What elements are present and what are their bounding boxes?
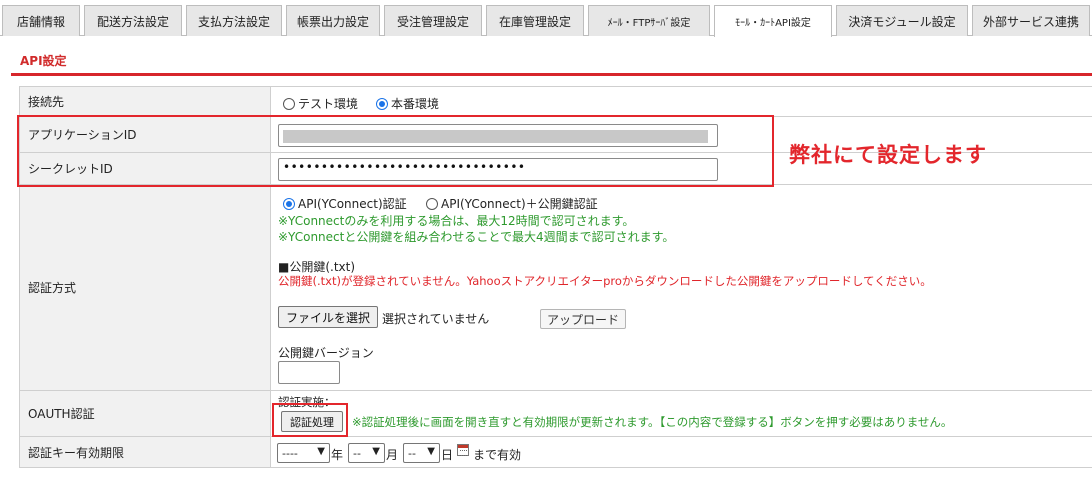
api-settings-form: 接続先 テスト環境 本番環境 アプリケーションID シークレットID •••••… [19, 86, 1092, 468]
tab-payment-module[interactable]: 決済モジュール設定 [836, 5, 968, 36]
radio-production-env[interactable]: 本番環境 [376, 95, 439, 112]
tab-payment[interactable]: 支払方法設定 [186, 5, 282, 36]
radio-yconnect-pubkey-auth[interactable]: API(YConnect)＋公開鍵認証 [426, 195, 598, 212]
radio-yconnect-auth[interactable]: API(YConnect)認証 [283, 195, 407, 212]
radio-test-env[interactable]: テスト環境 [283, 95, 358, 112]
oauth-label: OAUTH認証 [19, 391, 271, 436]
radio-yconnect-pubkey-label: API(YConnect)＋公開鍵認証 [441, 197, 598, 211]
choose-file-button[interactable]: ファイルを選択 [278, 306, 378, 328]
pubkey-error-message: 公開鍵(.txt)が登録されていません。Yahooストアクリエイターproからダ… [278, 274, 932, 288]
connection-label: 接続先 [19, 87, 271, 116]
tab-order-management[interactable]: 受注管理設定 [384, 5, 482, 36]
radio-yconnect-label: API(YConnect)認証 [298, 197, 407, 211]
day-unit: 日 [441, 448, 454, 462]
radio-production-env-label: 本番環境 [391, 97, 440, 111]
radio-selected-icon [283, 198, 295, 210]
chevron-down-icon: ▼ [372, 446, 380, 457]
upload-button[interactable]: アップロード [540, 309, 626, 329]
section-divider [11, 73, 1092, 76]
pubkey-version-label: 公開鍵バージョン [278, 346, 374, 360]
auth-note-pubkey: ※YConnectと公開鍵を組み合わせることで最大4週間まで認可されます。 [278, 230, 675, 244]
pubkey-version-input[interactable] [278, 361, 340, 384]
tab-document-output[interactable]: 帳票出力設定 [286, 5, 380, 36]
radio-test-env-label: テスト環境 [298, 97, 359, 111]
chevron-down-icon: ▼ [427, 446, 435, 457]
expiry-year-value: ---- [282, 446, 298, 460]
file-status: 選択されていません [382, 312, 490, 326]
month-unit: 月 [386, 448, 399, 462]
calendar-icon[interactable] [457, 444, 469, 456]
radio-icon [283, 98, 295, 110]
settings-tabbar: 店舗情報 配送方法設定 支払方法設定 帳票出力設定 受注管理設定 在庫管理設定 … [0, 0, 1092, 37]
key-expiry-label: 認証キー有効期限 [19, 437, 271, 467]
row-connection: 接続先 テスト環境 本番環境 [19, 87, 1092, 117]
auth-note-yconnect: ※YConnectのみを利用する場合は、最大12時間で認可されます。 [278, 214, 635, 228]
tab-external-services[interactable]: 外部サービス連携 [972, 5, 1090, 36]
tab-shipping[interactable]: 配送方法設定 [84, 5, 182, 36]
tab-mall-cart-api[interactable]: ﾓｰﾙ・ｶｰﾄAPI設定 [714, 5, 832, 37]
auth-method-label: 認証方式 [19, 185, 271, 390]
tab-mail-ftp[interactable]: ﾒｰﾙ・FTPｻｰﾊﾞ設定 [588, 5, 710, 36]
year-unit: 年 [331, 448, 344, 462]
expiry-suffix: まで有効 [473, 448, 522, 462]
row-key-expiry: 認証キー有効期限 ---- ▼ 年 -- ▼ 月 -- ▼ 日 まで有効 [19, 437, 1092, 468]
tab-store-info[interactable]: 店舗情報 [2, 5, 80, 36]
tab-inventory[interactable]: 在庫管理設定 [486, 5, 584, 36]
row-oauth: OAUTH認証 認証実施： 認証処理 ※認証処理後に画面を開き直すと有効期限が更… [19, 391, 1092, 437]
radio-icon [426, 198, 438, 210]
radio-selected-icon [376, 98, 388, 110]
row-auth-method: 認証方式 API(YConnect)認証 API(YConnect)＋公開鍵認証… [19, 185, 1092, 391]
oauth-note: ※認証処理後に画面を開き直すと有効期限が更新されます。【この内容で登録する】ボタ… [352, 415, 953, 429]
chevron-down-icon: ▼ [317, 446, 325, 457]
highlight-box-credentials [17, 115, 774, 187]
annotation-text: 弊社にて設定します [789, 143, 987, 167]
section-title: API設定 [20, 54, 67, 68]
expiry-year-select[interactable]: ---- ▼ [277, 443, 330, 463]
expiry-month-value: -- [353, 446, 361, 460]
highlight-box-auth-button [272, 403, 348, 437]
expiry-day-value: -- [408, 446, 416, 460]
expiry-day-select[interactable]: -- ▼ [403, 443, 440, 463]
expiry-month-select[interactable]: -- ▼ [348, 443, 385, 463]
